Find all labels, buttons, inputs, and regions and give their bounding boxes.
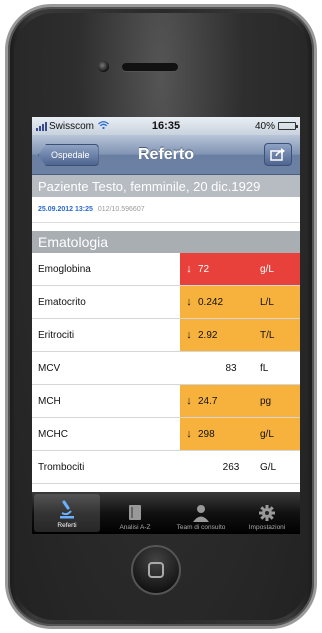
- result-unit: T/L: [260, 329, 275, 341]
- signal-icon: [36, 121, 47, 131]
- report-id: 012/10.596607: [97, 206, 145, 213]
- result-value: 24.7: [198, 395, 218, 407]
- home-square-icon: [148, 562, 164, 578]
- patient-header: Paziente Testo, femminile, 20 dic.1929: [32, 175, 300, 197]
- status-bar: Swisscom 16:35 40%: [32, 117, 300, 135]
- section-header: Ematologia: [32, 231, 300, 253]
- result-unit: g/L: [260, 428, 274, 440]
- test-name: Ematocrito: [38, 296, 86, 308]
- down-arrow-icon: ↓: [186, 428, 192, 440]
- down-arrow-icon: ↓: [186, 395, 192, 407]
- result-unit: g/L: [260, 263, 274, 275]
- result-row[interactable]: Trombociti 263 G/L: [32, 451, 300, 484]
- earpiece-speaker: [122, 63, 178, 71]
- home-button[interactable]: [131, 545, 181, 595]
- section-spacer: [32, 223, 300, 231]
- result-value: 263: [222, 461, 240, 473]
- tab-analisi[interactable]: Analisi A-Z: [102, 492, 168, 534]
- result-row[interactable]: Eritrociti ↓ 2.92 T/L: [32, 319, 300, 352]
- wifi-icon: [98, 120, 109, 132]
- report-meta: 25.09.2012 13:25 012/10.596607: [32, 197, 300, 223]
- result-row[interactable]: Emoglobina ↓ 72 g/L: [32, 253, 300, 286]
- tab-referti[interactable]: Referti: [34, 494, 100, 532]
- result-value-cell: 263 G/L: [180, 451, 300, 483]
- result-unit: fL: [260, 362, 269, 374]
- down-arrow-icon: ↓: [186, 263, 192, 275]
- result-unit: L/L: [260, 296, 274, 308]
- back-button[interactable]: Ospedale: [38, 144, 99, 166]
- results-list: Emoglobina ↓ 72 g/L Ematocrito ↓ 0.242 L/L Eritr…: [32, 253, 300, 484]
- result-row[interactable]: MCH ↓ 24.7 pg: [32, 385, 300, 418]
- result-row[interactable]: MCV 83 fL: [32, 352, 300, 385]
- front-camera: [98, 61, 109, 72]
- result-value-cell: ↓ 24.7 pg: [180, 385, 300, 417]
- tab-label: Impostazioni: [248, 524, 286, 531]
- tab-bar: Referti Analisi A-Z Team di consulto Imp…: [32, 492, 300, 534]
- carrier-name: Swisscom: [49, 120, 95, 132]
- tab-impostazioni[interactable]: Impostazioni: [234, 492, 300, 534]
- battery-icon: [278, 122, 298, 130]
- down-arrow-icon: ↓: [186, 329, 192, 341]
- result-unit: pg: [260, 395, 272, 407]
- result-value-cell: ↓ 0.242 L/L: [180, 286, 300, 318]
- report-datetime: 25.09.2012 13:25: [38, 206, 93, 213]
- battery-percent: 40%: [254, 120, 275, 132]
- test-name: MCHC: [38, 428, 68, 440]
- result-value-cell: ↓ 298 g/L: [180, 418, 300, 450]
- book-icon: [129, 505, 141, 520]
- screen: Swisscom 16:35 40% Ospedale Referto Pazi…: [32, 117, 300, 534]
- result-value: 0.242: [198, 296, 224, 308]
- tab-team[interactable]: Team di consulto: [168, 492, 234, 534]
- result-value: 72: [198, 263, 210, 275]
- result-value-cell: ↓ 2.92 T/L: [180, 319, 300, 351]
- navigation-bar: Ospedale Referto: [32, 135, 300, 175]
- result-value-cell: ↓ 72 g/L: [180, 253, 300, 285]
- test-name: Trombociti: [38, 461, 85, 473]
- test-name: Eritrociti: [38, 329, 75, 341]
- result-value: 83: [225, 362, 237, 374]
- tab-label: Analisi A-Z: [119, 524, 151, 531]
- person-icon: [193, 505, 209, 522]
- result-unit: G/L: [260, 461, 277, 473]
- result-row[interactable]: MCHC ↓ 298 g/L: [32, 418, 300, 451]
- down-arrow-icon: ↓: [186, 296, 192, 308]
- gear-icon: [259, 505, 275, 521]
- share-icon: [270, 148, 285, 161]
- result-value: 298: [198, 428, 215, 440]
- test-name: MCH: [38, 395, 61, 407]
- microscope-icon: [60, 500, 74, 519]
- result-value: 2.92: [198, 329, 218, 341]
- test-name: MCV: [38, 362, 61, 374]
- battery-indicator: 40%: [254, 120, 298, 132]
- test-name: Emoglobina: [38, 263, 91, 275]
- result-value-cell: 83 fL: [180, 352, 300, 384]
- result-row[interactable]: Ematocrito ↓ 0.242 L/L: [32, 286, 300, 319]
- tab-label: Team di consulto: [176, 524, 226, 531]
- tab-label: Referti: [57, 522, 77, 529]
- share-button[interactable]: [264, 143, 292, 166]
